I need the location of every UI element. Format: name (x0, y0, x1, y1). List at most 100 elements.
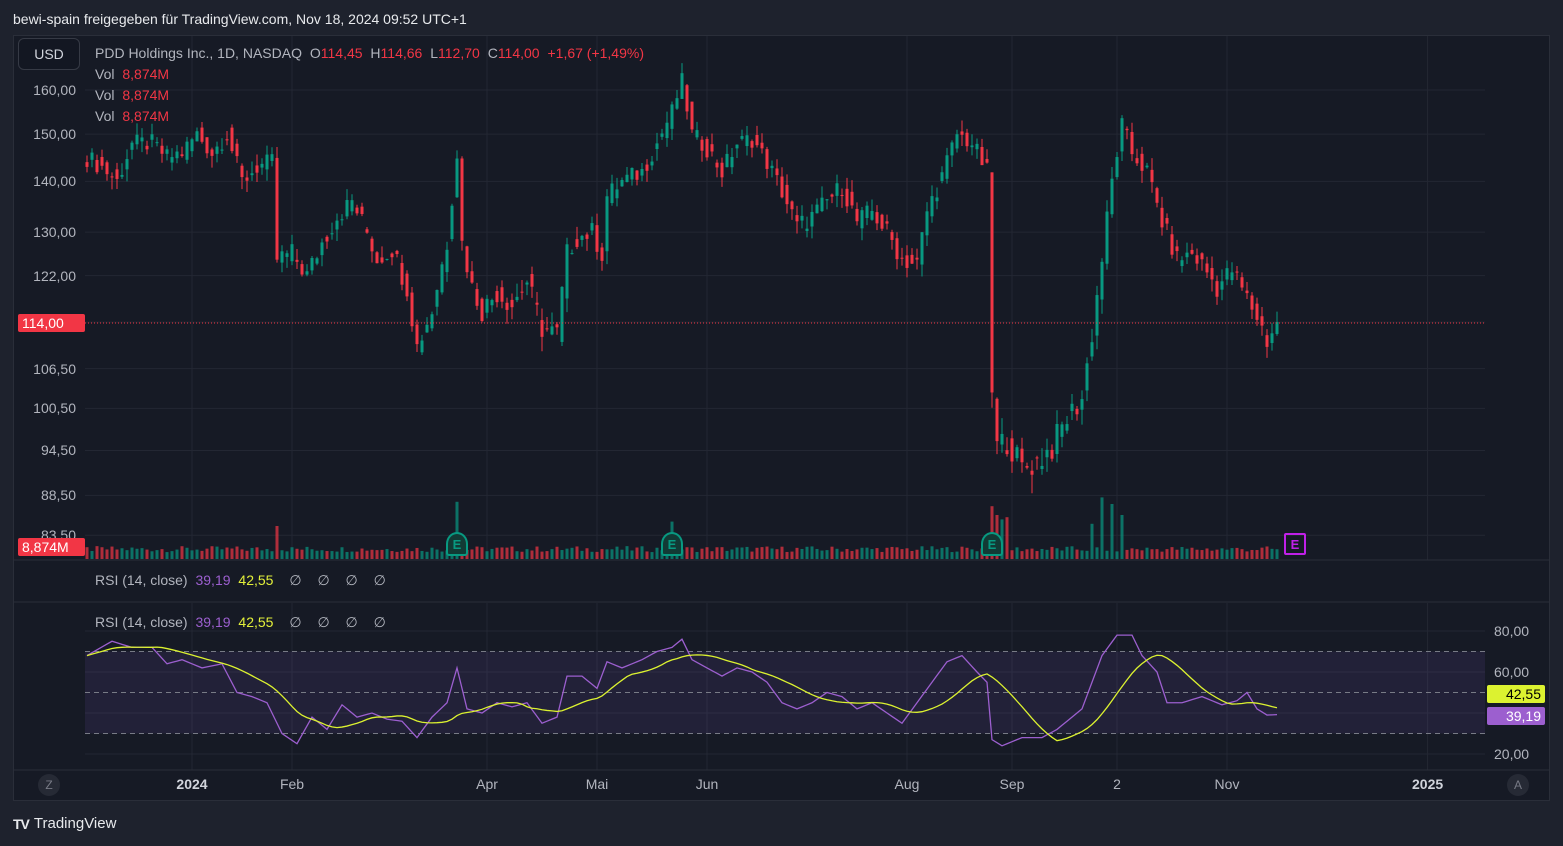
open-label: O (309, 45, 321, 61)
volume-bar (535, 546, 539, 559)
volume-bar (225, 547, 229, 559)
candle-body (890, 232, 894, 240)
candle-body (680, 73, 684, 99)
volume-bar (285, 551, 289, 559)
candle-body (420, 340, 424, 353)
volume-bar (1025, 549, 1029, 559)
earnings-marker[interactable]: E (661, 532, 683, 556)
earnings-marker[interactable]: E (981, 532, 1003, 556)
candle-body (1245, 290, 1249, 294)
candle-body (90, 152, 94, 160)
candle-body (545, 328, 549, 330)
candle-body (985, 158, 989, 163)
volume-bar (420, 550, 424, 559)
volume-bar (150, 551, 154, 559)
candle-body (220, 149, 224, 151)
rsi-axis-label: 20,00 (1494, 746, 1530, 762)
rsi-legend-collapsed[interactable]: RSI (14, close) 39,19 42,55 ∅ ∅ ∅ ∅ (95, 572, 390, 589)
volume-bar (760, 547, 764, 559)
last-price-tag: 114,00 (18, 314, 85, 332)
volume-bar (510, 546, 514, 559)
candle-body (975, 143, 979, 150)
candle-body (1145, 165, 1149, 168)
volume-bar (430, 547, 434, 559)
volume-bar (915, 549, 919, 559)
candle-body (845, 188, 849, 207)
volume-bar (1090, 523, 1094, 559)
volume-bar (125, 550, 129, 559)
auto-scale-button[interactable]: A (1507, 774, 1529, 796)
volume-bar (1105, 550, 1109, 559)
candle-body (310, 257, 314, 271)
candle-body (1115, 157, 1119, 178)
candle-body (1205, 263, 1209, 273)
volume-bar (850, 551, 854, 559)
price-axis-label: 88,50 (40, 487, 76, 504)
main-legend[interactable]: PDD Holdings Inc., 1D, NASDAQ O114,45 H1… (95, 45, 648, 61)
volume-bar (1240, 549, 1244, 559)
volume-bar (1225, 549, 1229, 559)
candle-body (1105, 211, 1109, 264)
candle-body (1195, 255, 1199, 264)
volume-bar (685, 547, 689, 559)
currency-button[interactable]: USD (18, 38, 80, 70)
volume-bar (240, 549, 244, 559)
volume-bar (190, 550, 194, 559)
earnings-marker[interactable]: E (446, 532, 468, 556)
time-axis-label: Feb (279, 776, 305, 792)
candle-body (855, 208, 859, 222)
time-axis-label: Nov (1214, 776, 1240, 792)
volume-bar (265, 549, 269, 559)
candle-body (275, 157, 279, 260)
volume-legend[interactable]: Vol 8,874M (95, 108, 173, 124)
upcoming-earnings-marker[interactable]: E (1284, 533, 1306, 555)
time-axis-label: 2 (1113, 776, 1121, 792)
volume-bar (415, 547, 419, 559)
open-value: 114,45 (320, 45, 363, 61)
candle-body (1070, 403, 1074, 412)
candle-body (710, 144, 714, 152)
candle-body (415, 324, 419, 345)
candle-body (1225, 268, 1229, 280)
rsi-value: 39,19 (195, 572, 231, 588)
volume-bar (560, 550, 564, 559)
volume-bar (1045, 549, 1049, 559)
candle-body (760, 142, 764, 149)
candle-body (830, 194, 834, 197)
volume-bar (1190, 547, 1194, 559)
volume-bar (1100, 497, 1104, 559)
candle-body (485, 298, 489, 313)
volume-bar (545, 551, 549, 559)
volume-bar (1175, 549, 1179, 559)
volume-bar (405, 548, 409, 559)
volume-bar (1030, 548, 1034, 559)
candle-body (340, 219, 344, 221)
candle-body (295, 259, 299, 262)
candle-body (355, 207, 359, 214)
volume-bar (325, 551, 329, 559)
candle-body (1025, 466, 1029, 468)
volume-bar (525, 549, 529, 559)
candle-body (480, 298, 484, 322)
volume-bar (810, 546, 814, 559)
candle-body (825, 199, 829, 201)
candle-body (820, 197, 824, 212)
chart-canvas[interactable] (0, 0, 1563, 846)
volume-bar (1195, 549, 1199, 559)
rsi-legend[interactable]: RSI (14, close) 39,19 42,55 ∅ ∅ ∅ ∅ (95, 614, 390, 631)
tradingview-logo[interactable]: TV TradingView (13, 815, 116, 832)
vol-label: Vol (95, 108, 115, 124)
candle-body (110, 176, 114, 178)
candle-body (1035, 457, 1039, 459)
candle-body (260, 163, 264, 168)
volume-bar (805, 546, 809, 559)
volume-bar (565, 548, 569, 559)
candle-body (740, 136, 744, 139)
volume-bar (790, 551, 794, 559)
volume-legend[interactable]: Vol 8,874M (95, 87, 173, 103)
volume-bar (880, 551, 884, 559)
scale-left-button[interactable]: Z (38, 774, 60, 796)
candle-body (885, 221, 889, 224)
volume-bar (1210, 550, 1214, 559)
volume-legend[interactable]: Vol 8,874M (95, 66, 173, 82)
